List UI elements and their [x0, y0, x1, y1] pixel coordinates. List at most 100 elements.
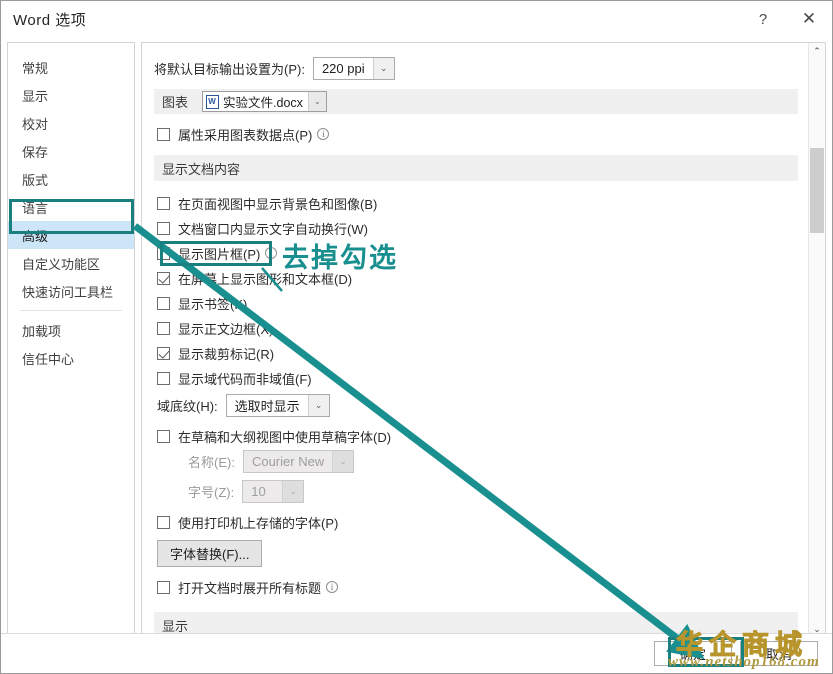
- dialog-body: 常规 显示 校对 保存 版式 语言 高级 自定义功能区 快速访问工具栏 加载项 …: [1, 37, 832, 639]
- sidebar-item-label: 语言: [22, 200, 49, 216]
- field-shading-row: 域底纹(H): 选取时显示 ⌄: [154, 394, 798, 417]
- default-output-row: 将默认目标输出设置为(P): 220 ppi ⌄: [154, 57, 798, 80]
- checkbox-field-codes[interactable]: [157, 371, 170, 385]
- font-name-value: Courier New: [243, 451, 333, 472]
- checkbox-background-colors[interactable]: [157, 196, 170, 210]
- sidebar-item-display[interactable]: 显示: [8, 81, 134, 109]
- sidebar-item-save[interactable]: 保存: [8, 137, 134, 165]
- checkbox-row-expand-headings[interactable]: 打开文档时展开所有标题 i: [154, 576, 798, 598]
- scrollbar[interactable]: ⌃ ⌄: [808, 43, 825, 638]
- checkbox-row-text-wrap[interactable]: 文档窗口内显示文字自动换行(W): [154, 217, 798, 239]
- chevron-down-icon[interactable]: ⌄: [372, 58, 394, 79]
- scrollbar-track[interactable]: [809, 60, 825, 621]
- checkbox-label: 使用打印机上存储的字体(P): [178, 515, 339, 531]
- checkbox-label: 打开文档时展开所有标题: [178, 580, 322, 596]
- font-substitution-button[interactable]: 字体替换(F)...: [157, 540, 263, 567]
- checkbox-row-picture-placeholders[interactable]: 显示图片框(P) i: [154, 242, 798, 264]
- dialog-footer: 确定 取消: [1, 633, 832, 673]
- checkbox-label: 在屏幕上显示图形和文本框(D): [178, 271, 353, 287]
- section-header-label: 显示: [162, 618, 189, 634]
- font-size-row: 字号(Z): 10 ⌄: [154, 480, 798, 503]
- chevron-down-icon: ⌄: [282, 481, 304, 502]
- chart-datapoint-checkbox[interactable]: [157, 127, 170, 141]
- chevron-down-icon[interactable]: ⌄: [307, 92, 326, 111]
- chart-datapoint-label: 属性采用图表数据点(P): [178, 127, 313, 143]
- info-icon[interactable]: i: [265, 247, 278, 259]
- info-icon[interactable]: i: [317, 128, 330, 140]
- chart-band-label: 图表: [162, 95, 189, 110]
- help-icon[interactable]: ?: [740, 1, 786, 37]
- font-size-value: 10: [243, 481, 274, 502]
- checkbox-drawings-textboxes[interactable]: [157, 271, 170, 285]
- checkbox-row-draft-font[interactable]: 在草稿和大纲视图中使用草稿字体(D): [154, 425, 798, 447]
- font-size-select: 10 ⌄: [242, 480, 305, 503]
- word-options-dialog: Word 选项 ? ✕ 常规 显示 校对 保存 版式 语言 高级 自定义功能区 …: [0, 0, 833, 674]
- chart-band: 图表 W 实验文件.docx ⌄: [154, 89, 798, 114]
- section-header-display-content: 显示文档内容: [154, 155, 798, 181]
- sidebar-item-advanced[interactable]: 高级: [8, 221, 134, 249]
- checkbox-row-bookmarks[interactable]: 显示书签(K): [154, 292, 798, 314]
- main-panel: 将默认目标输出设置为(P): 220 ppi ⌄ 图表 W 实验文件.docx …: [141, 42, 826, 639]
- chart-datapoint-checkbox-row[interactable]: 属性采用图表数据点(P) i: [154, 123, 798, 145]
- font-name-row: 名称(E): Courier New ⌄: [154, 450, 798, 473]
- checkbox-text-wrap[interactable]: [157, 221, 170, 235]
- sidebar-item-label: 自定义功能区: [22, 256, 101, 272]
- checkbox-label: 在页面视图中显示背景色和图像(B): [178, 196, 378, 212]
- info-icon[interactable]: i: [326, 581, 339, 593]
- sidebar-item-label: 高级: [22, 228, 49, 244]
- default-output-value: 220 ppi: [321, 61, 365, 76]
- sidebar-item-label: 信任中心: [22, 351, 75, 367]
- cancel-button[interactable]: 取消: [740, 641, 818, 666]
- checkbox-draft-font[interactable]: [157, 429, 170, 443]
- checkbox-row-drawings-textboxes[interactable]: 在屏幕上显示图形和文本框(D): [154, 267, 798, 289]
- sidebar-item-label: 显示: [22, 88, 49, 104]
- checkbox-row-crop-marks[interactable]: 显示裁剪标记(R): [154, 342, 798, 364]
- checkbox-printer-fonts[interactable]: [157, 515, 170, 529]
- scrollbar-thumb[interactable]: [810, 148, 824, 233]
- chevron-down-icon: ⌄: [332, 451, 354, 472]
- title-bar: Word 选项 ? ✕: [1, 1, 832, 37]
- sidebar-item-label: 版式: [22, 172, 49, 188]
- checkbox-row-text-boundaries[interactable]: 显示正文边框(X): [154, 317, 798, 339]
- close-icon[interactable]: ✕: [786, 1, 832, 37]
- checkbox-label: 显示图片框(P): [178, 246, 261, 262]
- sidebar-item-label: 校对: [22, 116, 49, 132]
- checkbox-row-background-colors[interactable]: 在页面视图中显示背景色和图像(B): [154, 192, 798, 214]
- checkbox-picture-placeholders[interactable]: [157, 246, 170, 260]
- word-document-icon: W: [203, 92, 221, 111]
- sidebar-item-label: 常规: [22, 60, 49, 76]
- checkbox-row-printer-fonts[interactable]: 使用打印机上存储的字体(P): [154, 511, 798, 533]
- field-shading-value: 选取时显示: [234, 399, 300, 414]
- scroll-up-icon[interactable]: ⌃: [809, 43, 825, 60]
- ok-button[interactable]: 确定: [654, 641, 732, 666]
- checkbox-bookmarks[interactable]: [157, 296, 170, 310]
- section-header-label: 显示文档内容: [162, 161, 241, 177]
- checkbox-expand-headings[interactable]: [157, 580, 170, 594]
- sidebar-item-language[interactable]: 语言: [8, 193, 134, 221]
- sidebar-item-trust-center[interactable]: 信任中心: [8, 344, 134, 372]
- sidebar-item-quick-access-toolbar[interactable]: 快速访问工具栏: [8, 277, 134, 305]
- checkbox-crop-marks[interactable]: [157, 346, 170, 360]
- sidebar-item-layout[interactable]: 版式: [8, 165, 134, 193]
- field-shading-select[interactable]: 选取时显示 ⌄: [225, 394, 330, 417]
- checkbox-label: 显示书签(K): [178, 296, 248, 312]
- sidebar-item-customize-ribbon[interactable]: 自定义功能区: [8, 249, 134, 277]
- options-content: 将默认目标输出设置为(P): 220 ppi ⌄ 图表 W 实验文件.docx …: [142, 43, 808, 638]
- font-size-label: 字号(Z):: [188, 485, 235, 500]
- sidebar-divider: [20, 310, 122, 311]
- page-title: Word 选项: [13, 11, 87, 29]
- checkbox-label: 文档窗口内显示文字自动换行(W): [178, 221, 368, 237]
- document-select[interactable]: W 实验文件.docx ⌄: [202, 91, 327, 112]
- window-controls: ? ✕: [740, 1, 832, 37]
- font-name-label: 名称(E):: [188, 455, 235, 470]
- sidebar-item-proofing[interactable]: 校对: [8, 109, 134, 137]
- sidebar-item-label: 保存: [22, 144, 49, 160]
- default-output-select[interactable]: 220 ppi ⌄: [312, 57, 395, 80]
- checkbox-text-boundaries[interactable]: [157, 321, 170, 335]
- field-shading-label: 域底纹(H):: [157, 399, 218, 414]
- checkbox-row-field-codes[interactable]: 显示域代码而非域值(F): [154, 367, 798, 389]
- sidebar-item-general[interactable]: 常规: [8, 53, 134, 81]
- sidebar-item-addins[interactable]: 加载项: [8, 316, 134, 344]
- chevron-down-icon[interactable]: ⌄: [307, 395, 329, 416]
- default-output-label: 将默认目标输出设置为(P):: [154, 62, 305, 77]
